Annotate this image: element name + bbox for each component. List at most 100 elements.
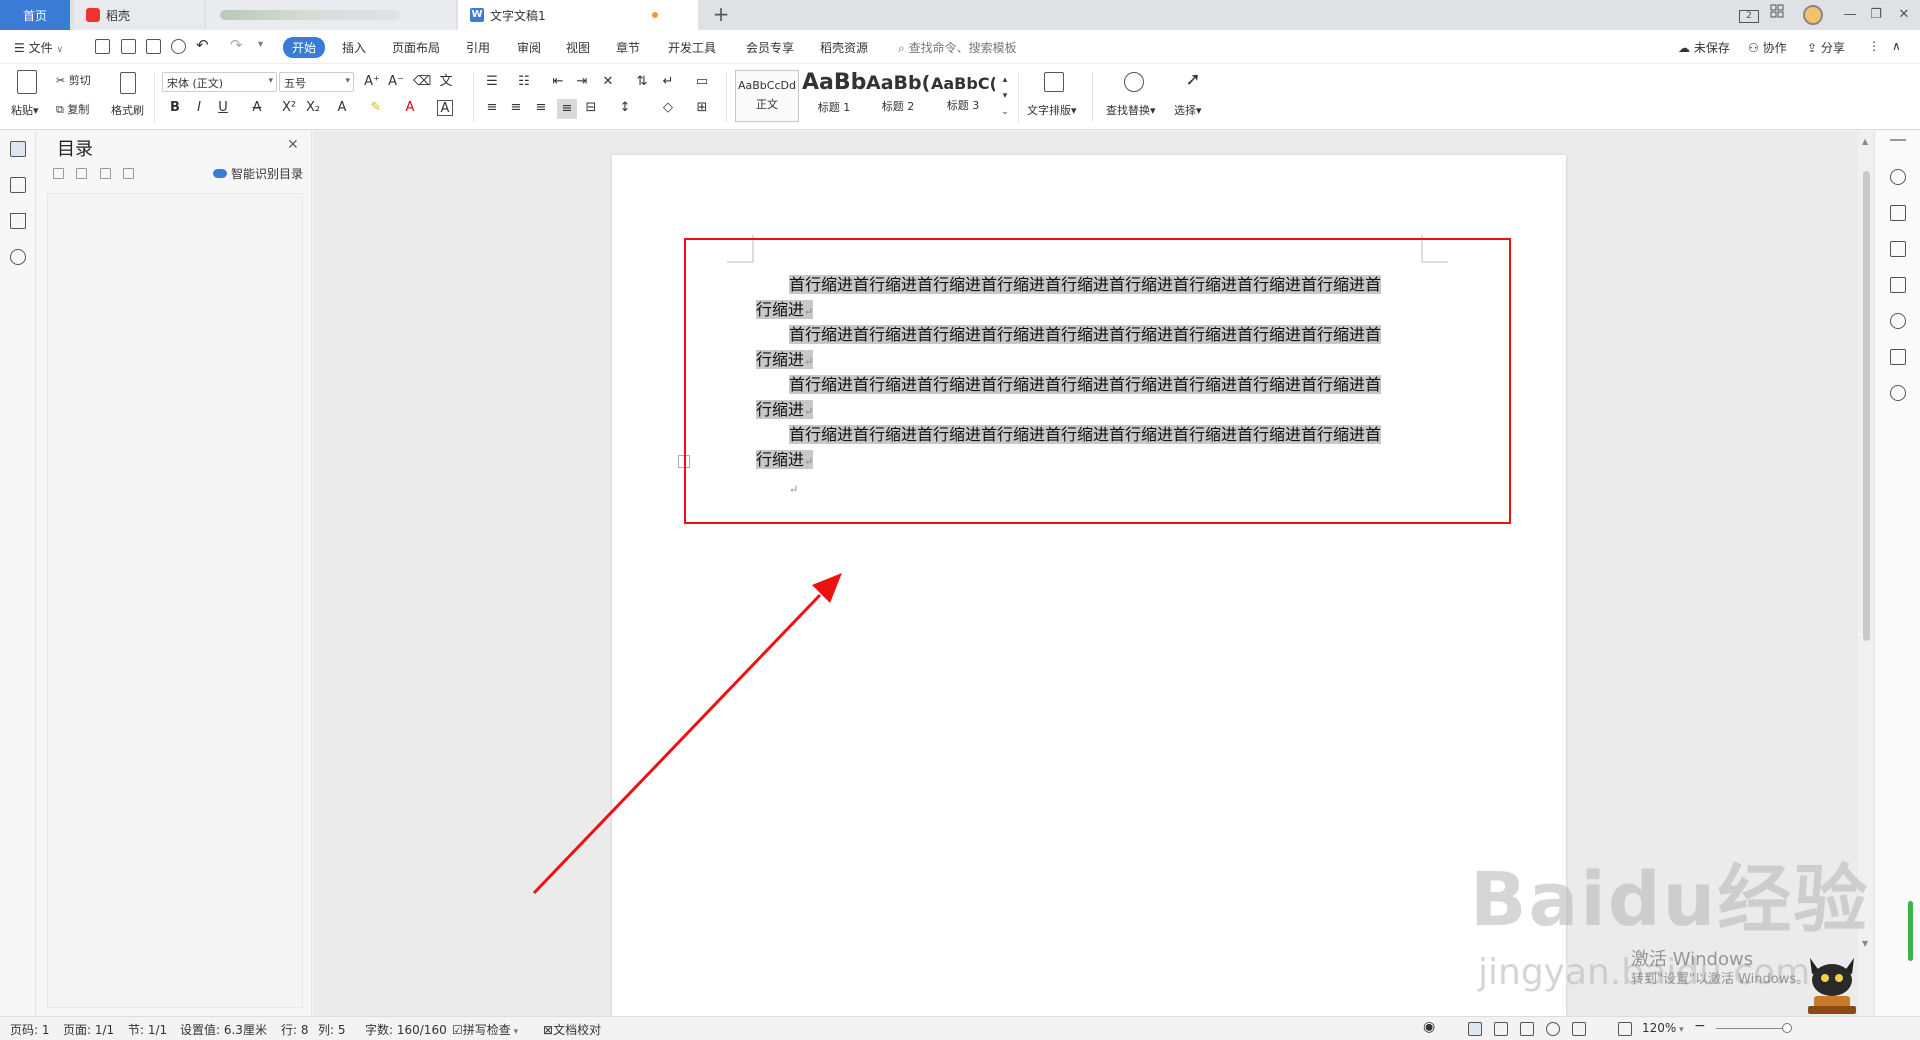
- menu-view[interactable]: 视图: [566, 39, 590, 56]
- export-pdf-icon[interactable]: [121, 39, 136, 54]
- zoom-slider[interactable]: [1716, 1028, 1790, 1029]
- underline-icon[interactable]: U: [215, 100, 231, 116]
- menu-daoke-resources[interactable]: 稻壳资源: [820, 39, 868, 56]
- cut-button[interactable]: ✂ 剪切: [56, 72, 91, 88]
- menu-chapter[interactable]: 章节: [616, 39, 640, 56]
- menu-dev-tools[interactable]: 开发工具: [668, 39, 716, 56]
- strikethrough-icon[interactable]: A: [249, 100, 265, 116]
- paste-button[interactable]: 粘贴▾: [11, 102, 39, 118]
- scrollbar-thumb[interactable]: [1863, 171, 1870, 641]
- eye-protect-icon[interactable]: ◉: [1423, 1019, 1435, 1035]
- status-word-count[interactable]: 字数: 160/160: [365, 1021, 447, 1038]
- zoom-out-button[interactable]: −: [1694, 1018, 1706, 1034]
- show-marks-icon[interactable]: ↵: [660, 74, 676, 90]
- collapse-ribbon-icon[interactable]: ∧: [1892, 39, 1901, 53]
- help-icon[interactable]: [1890, 313, 1906, 329]
- restore-button[interactable]: ❐: [1864, 4, 1888, 26]
- char-border-icon[interactable]: A: [437, 100, 453, 116]
- table-tools-icon[interactable]: ▭: [694, 74, 710, 90]
- write-mode-icon[interactable]: [1572, 1022, 1586, 1036]
- font-size-select[interactable]: 五号 ▾: [279, 72, 354, 92]
- image-tools-icon[interactable]: [1890, 349, 1906, 365]
- pen-edit-icon[interactable]: [1890, 205, 1906, 221]
- format-painter-button[interactable]: 格式刷: [111, 102, 144, 118]
- menu-references[interactable]: 引用: [466, 39, 490, 56]
- borders-icon[interactable]: ⊞: [694, 100, 710, 116]
- font-color-icon[interactable]: A: [402, 100, 418, 116]
- distributed-align-icon[interactable]: ⊟: [583, 100, 599, 116]
- add-heading-icon[interactable]: [100, 168, 111, 179]
- collaborate-button[interactable]: ⚇ 协作: [1748, 39, 1787, 56]
- user-avatar[interactable]: [1801, 4, 1825, 26]
- expand-all-icon[interactable]: [53, 168, 64, 179]
- text-layout-button[interactable]: 文字排版▾: [1027, 102, 1077, 118]
- redo-icon[interactable]: ↷: [230, 36, 243, 54]
- smart-toc-button[interactable]: 智能识别目录: [213, 165, 303, 182]
- save-icon[interactable]: [95, 39, 110, 54]
- command-search[interactable]: ⌕ 查找命令、搜索模板: [898, 39, 1017, 56]
- menu-page-layout[interactable]: 页面布局: [392, 39, 440, 56]
- unsaved-button[interactable]: ☁ 未保存: [1678, 39, 1730, 56]
- shading-icon[interactable]: ◇: [660, 100, 676, 116]
- page-view-icon[interactable]: [1468, 1022, 1482, 1036]
- remove-heading-icon[interactable]: [123, 168, 134, 179]
- text-effect-icon[interactable]: A: [334, 100, 350, 116]
- reading-view-icon[interactable]: [1520, 1022, 1534, 1036]
- status-page[interactable]: 页面: 1/1: [63, 1021, 114, 1038]
- decrease-indent-icon[interactable]: ⇤: [550, 74, 566, 90]
- toc-close-button[interactable]: ✕: [287, 137, 299, 153]
- status-section[interactable]: 节: 1/1: [128, 1021, 167, 1038]
- italic-icon[interactable]: I: [191, 100, 207, 116]
- find-replace-button[interactable]: 查找替换▾: [1106, 102, 1156, 118]
- bookmark-icon[interactable]: [10, 213, 26, 229]
- search-panel-icon[interactable]: [10, 249, 26, 265]
- tab-home[interactable]: 首页: [0, 0, 70, 30]
- styles-more-icon[interactable]: ⌄: [997, 104, 1013, 120]
- sort-icon[interactable]: ⇅: [634, 74, 650, 90]
- align-right-icon[interactable]: ≡: [533, 100, 549, 116]
- share-button[interactable]: ⇪ 分享: [1807, 39, 1845, 56]
- style-heading2[interactable]: AaBb( 标题 2: [866, 70, 930, 122]
- pointer-icon[interactable]: [1890, 241, 1906, 257]
- styles-scroll-up-icon[interactable]: ▴: [997, 72, 1013, 88]
- spell-check-button[interactable]: ☑拼写检查 ▾: [452, 1021, 518, 1038]
- minimize-button[interactable]: —: [1838, 4, 1862, 26]
- print-icon[interactable]: [146, 39, 161, 54]
- web-view-icon[interactable]: [1546, 1022, 1560, 1036]
- styles-scroll-down-icon[interactable]: ▾: [997, 88, 1013, 104]
- rocket-icon[interactable]: [1890, 169, 1906, 185]
- paste-icon[interactable]: [17, 70, 37, 94]
- adjust-settings-icon[interactable]: [1890, 277, 1906, 293]
- line-spacing-icon[interactable]: ↕: [617, 100, 633, 116]
- quick-access-more-icon[interactable]: ▾: [258, 39, 263, 50]
- status-row[interactable]: 行: 8: [281, 1021, 309, 1038]
- new-tab-button[interactable]: +: [710, 4, 732, 26]
- subscript-icon[interactable]: X₂: [305, 100, 321, 116]
- style-heading3[interactable]: AaBbC( 标题 3: [931, 70, 995, 122]
- zoom-slider-thumb[interactable]: [1782, 1023, 1792, 1033]
- pinyin-guide-icon[interactable]: 文: [438, 74, 454, 90]
- tab-daoke[interactable]: 稻壳: [74, 0, 204, 30]
- numbered-list-icon[interactable]: ☷: [516, 74, 532, 90]
- clear-format-icon[interactable]: ⌫: [413, 74, 431, 90]
- collapse-all-icon[interactable]: [76, 168, 87, 179]
- cursor-arrow-icon[interactable]: ➚: [1183, 71, 1203, 94]
- align-left-icon[interactable]: ≡: [484, 100, 500, 116]
- menu-review[interactable]: 审阅: [517, 39, 541, 56]
- apps-grid-icon[interactable]: [1765, 4, 1789, 26]
- superscript-icon[interactable]: X²: [281, 100, 297, 116]
- style-normal[interactable]: AaBbCcDd 正文: [735, 70, 799, 122]
- bold-icon[interactable]: B: [167, 100, 183, 116]
- text-layout-icon[interactable]: [1044, 72, 1064, 92]
- status-page-number[interactable]: 页码: 1: [10, 1021, 50, 1038]
- bullet-list-icon[interactable]: ☰: [484, 74, 500, 90]
- window-layout-icon[interactable]: 2: [1737, 4, 1761, 26]
- grow-font-icon[interactable]: A⁺: [364, 74, 380, 90]
- font-name-select[interactable]: 宋体 (正文) ▾: [162, 72, 277, 92]
- menu-member[interactable]: 会员专享: [746, 39, 794, 56]
- justify-icon[interactable]: ≡: [557, 99, 577, 119]
- location-pin-icon[interactable]: [1890, 385, 1906, 401]
- toc-panel-icon[interactable]: [10, 141, 26, 157]
- shrink-font-icon[interactable]: A⁻: [388, 74, 404, 90]
- outline-view-icon[interactable]: [1494, 1022, 1508, 1036]
